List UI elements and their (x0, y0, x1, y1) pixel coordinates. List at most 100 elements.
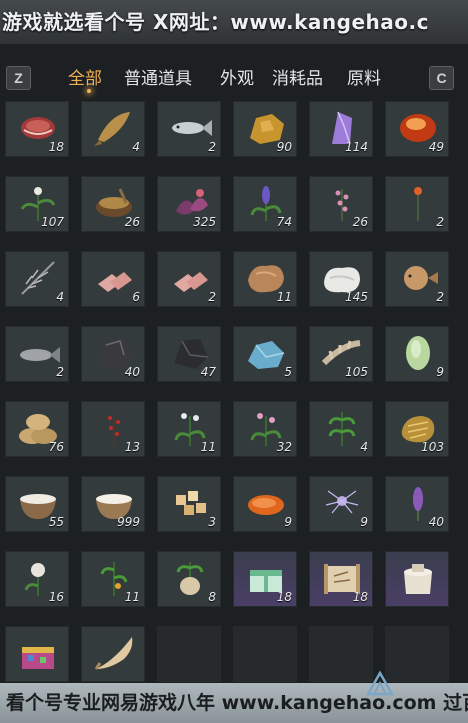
inventory-slot[interactable]: 325 (157, 176, 221, 232)
item-quantity: 145 (345, 290, 368, 304)
inventory-slot[interactable]: 40 (385, 476, 449, 532)
inventory-slot[interactable] (81, 626, 145, 682)
inventory-slot[interactable]: 49 (385, 101, 449, 157)
inventory-slot[interactable]: 9 (385, 326, 449, 382)
item-quantity: 4 (56, 290, 64, 304)
item-quantity: 107 (41, 215, 64, 229)
tab-consumables[interactable]: 消耗品 (272, 64, 323, 89)
inventory-slot-empty (233, 626, 297, 682)
inventory-slot[interactable]: 74 (233, 176, 297, 232)
inventory-slot[interactable]: 2 (157, 251, 221, 307)
item-quantity: 76 (48, 440, 64, 454)
item-quantity: 90 (276, 140, 292, 154)
inventory-slot[interactable]: 4 (5, 251, 69, 307)
item-quantity: 18 (276, 590, 292, 604)
item-quantity: 325 (193, 215, 216, 229)
item-quantity: 49 (428, 140, 444, 154)
item-quantity: 103 (421, 440, 444, 454)
tab-materials[interactable]: 原料 (347, 64, 381, 89)
inventory-slot[interactable]: 105 (309, 326, 373, 382)
item-quantity: 26 (352, 215, 368, 229)
item-quantity: 26 (124, 215, 140, 229)
inventory-slot-empty (385, 626, 449, 682)
inventory-slot[interactable]: 26 (81, 176, 145, 232)
item-quantity: 3 (208, 515, 216, 529)
item-quantity: 74 (276, 215, 292, 229)
item-quantity: 2 (436, 215, 444, 229)
item-quantity: 114 (345, 140, 368, 154)
inventory-slot[interactable]: 47 (157, 326, 221, 382)
tab-common-items[interactable]: 普通道具 (124, 64, 192, 89)
item-quantity: 2 (208, 140, 216, 154)
item-quantity: 999 (117, 515, 140, 529)
inventory-slot[interactable]: 4 (81, 101, 145, 157)
item-quantity: 40 (428, 515, 444, 529)
inventory-slot[interactable]: 2 (157, 101, 221, 157)
inventory-slot[interactable]: 2 (385, 176, 449, 232)
inventory-slot[interactable]: 11 (81, 551, 145, 607)
inventory-slot-empty (157, 626, 221, 682)
item-quantity: 40 (124, 365, 140, 379)
inventory-slot[interactable]: 103 (385, 401, 449, 457)
item-quantity: 18 (352, 590, 368, 604)
item-quantity: 8 (208, 590, 216, 604)
inventory-slot[interactable]: 999 (81, 476, 145, 532)
item-quantity: 47 (200, 365, 216, 379)
inventory-slot[interactable]: 16 (5, 551, 69, 607)
inventory-slot[interactable]: 13 (81, 401, 145, 457)
item-quantity: 2 (208, 290, 216, 304)
item-quantity: 16 (48, 590, 64, 604)
inventory-slot[interactable]: 9 (233, 476, 297, 532)
item-quantity: 32 (276, 440, 292, 454)
item-quantity: 11 (124, 590, 140, 604)
inventory-slot[interactable]: 107 (5, 176, 69, 232)
item-quantity: 9 (436, 365, 444, 379)
item-quantity: 18 (48, 140, 64, 154)
inventory-slot-empty (309, 626, 373, 682)
item-quantity: 13 (124, 440, 140, 454)
inventory-slot[interactable]: 18 (309, 551, 373, 607)
inventory-slot[interactable]: 18 (233, 551, 297, 607)
inventory-slot[interactable] (385, 551, 449, 607)
inventory-slot[interactable]: 11 (157, 401, 221, 457)
watermark-banner-bottom: 看个号专业网易游戏八年 www.kangehao.com 过百亿 (0, 683, 468, 723)
tab-all[interactable]: 全部 (68, 64, 102, 89)
inventory-slot[interactable]: 55 (5, 476, 69, 532)
item-quantity: 2 (436, 290, 444, 304)
inventory-slot[interactable]: 90 (233, 101, 297, 157)
inventory-slot[interactable]: 11 (233, 251, 297, 307)
watermark-logo-icon (366, 670, 394, 696)
inventory-slot[interactable]: 5 (233, 326, 297, 382)
item-quantity: 105 (345, 365, 368, 379)
inventory-slot[interactable]: 8 (157, 551, 221, 607)
next-tab-key-hint[interactable]: C (429, 66, 454, 90)
inventory-slot[interactable]: 40 (81, 326, 145, 382)
inventory-slot[interactable]: 32 (233, 401, 297, 457)
item-quantity: 9 (284, 515, 292, 529)
active-tab-indicator (87, 89, 91, 93)
inventory-slot[interactable]: 18 (5, 101, 69, 157)
item-quantity: 4 (132, 140, 140, 154)
item-quantity: 11 (276, 290, 292, 304)
inventory-slot[interactable]: 9 (309, 476, 373, 532)
watermark-banner-top: 游戏就选看个号 X网址：www.kangehao.c (0, 0, 468, 44)
item-quantity: 2 (56, 365, 64, 379)
item-quantity: 6 (132, 290, 140, 304)
inventory-slot[interactable]: 3 (157, 476, 221, 532)
inventory-slot[interactable]: 26 (309, 176, 373, 232)
inventory-slot[interactable]: 76 (5, 401, 69, 457)
inventory-slot[interactable]: 4 (309, 401, 373, 457)
item-quantity: 9 (360, 515, 368, 529)
inventory-slot[interactable]: 114 (309, 101, 373, 157)
inventory-slot[interactable]: 6 (81, 251, 145, 307)
inventory-slot[interactable] (5, 626, 69, 682)
inventory-slot[interactable]: 2 (385, 251, 449, 307)
item-quantity: 11 (200, 440, 216, 454)
prev-tab-key-hint[interactable]: Z (6, 66, 31, 90)
item-quantity: 5 (284, 365, 292, 379)
inventory-slot[interactable]: 145 (309, 251, 373, 307)
inventory-slot[interactable]: 2 (5, 326, 69, 382)
tab-appearance[interactable]: 外观 (220, 64, 254, 89)
item-quantity: 4 (360, 440, 368, 454)
item-quantity: 55 (48, 515, 64, 529)
